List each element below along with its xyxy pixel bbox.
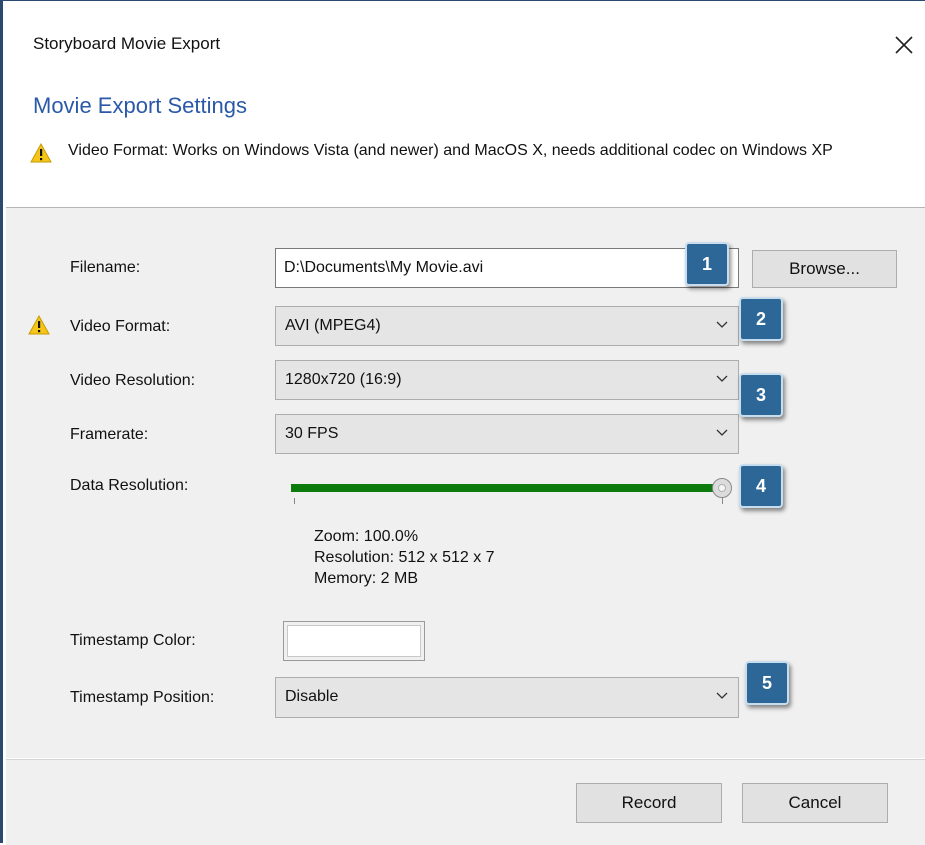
data-resolution-slider-track[interactable]	[291, 484, 723, 492]
warning-message: Video Format: Works on Windows Vista (an…	[68, 142, 833, 159]
video-resolution-value: 1280x720 (16:9)	[285, 371, 402, 388]
chevron-down-icon	[716, 321, 728, 328]
data-resolution-label: Data Resolution:	[70, 477, 189, 494]
video-resolution-label: Video Resolution:	[70, 372, 196, 389]
resolution-info: Resolution: 512 x 512 x 7	[314, 549, 495, 566]
cancel-button[interactable]: Cancel	[742, 783, 888, 823]
callout-badge-2: 2	[739, 297, 783, 341]
callout-badge-5: 5	[745, 661, 789, 705]
chevron-down-icon	[716, 692, 728, 699]
chevron-down-icon	[716, 429, 728, 436]
zoom-info: Zoom: 100.0%	[314, 528, 419, 545]
slider-tick	[722, 498, 723, 504]
framerate-label: Framerate:	[70, 426, 149, 443]
video-format-value: AVI (MPEG4)	[285, 317, 381, 334]
slider-tick	[294, 498, 295, 504]
filename-label: Filename:	[70, 259, 141, 276]
export-dialog: Storyboard Movie Export Movie Export Set…	[0, 0, 925, 845]
timestamp-position-select[interactable]: Disable	[275, 677, 739, 718]
close-icon[interactable]	[892, 33, 916, 57]
warning-icon	[28, 315, 50, 335]
data-resolution-slider-thumb[interactable]	[712, 478, 732, 498]
page-title: Movie Export Settings	[33, 93, 247, 118]
browse-button[interactable]: Browse...	[752, 250, 897, 288]
timestamp-color-label: Timestamp Color:	[70, 632, 196, 649]
video-format-select[interactable]: AVI (MPEG4)	[275, 306, 739, 346]
memory-info: Memory: 2 MB	[314, 570, 419, 587]
video-resolution-select[interactable]: 1280x720 (16:9)	[275, 360, 739, 400]
chevron-down-icon	[716, 375, 728, 382]
header-panel: Movie Export Settings Video Format: Work…	[6, 81, 925, 207]
video-format-label: Video Format:	[70, 318, 171, 335]
record-button[interactable]: Record	[576, 783, 722, 823]
framerate-value: 30 FPS	[285, 425, 339, 442]
callout-badge-1: 1	[685, 242, 729, 286]
framerate-select[interactable]: 30 FPS	[275, 414, 739, 454]
filename-input[interactable]: D:\Documents\My Movie.avi	[275, 248, 739, 288]
timestamp-color-picker[interactable]	[283, 621, 425, 661]
warning-icon	[30, 143, 52, 163]
timestamp-position-value: Disable	[285, 688, 339, 705]
timestamp-position-label: Timestamp Position:	[70, 689, 215, 706]
window-title: Storyboard Movie Export	[33, 34, 221, 53]
callout-badge-3: 3	[739, 373, 783, 417]
callout-badge-4: 4	[739, 464, 783, 508]
